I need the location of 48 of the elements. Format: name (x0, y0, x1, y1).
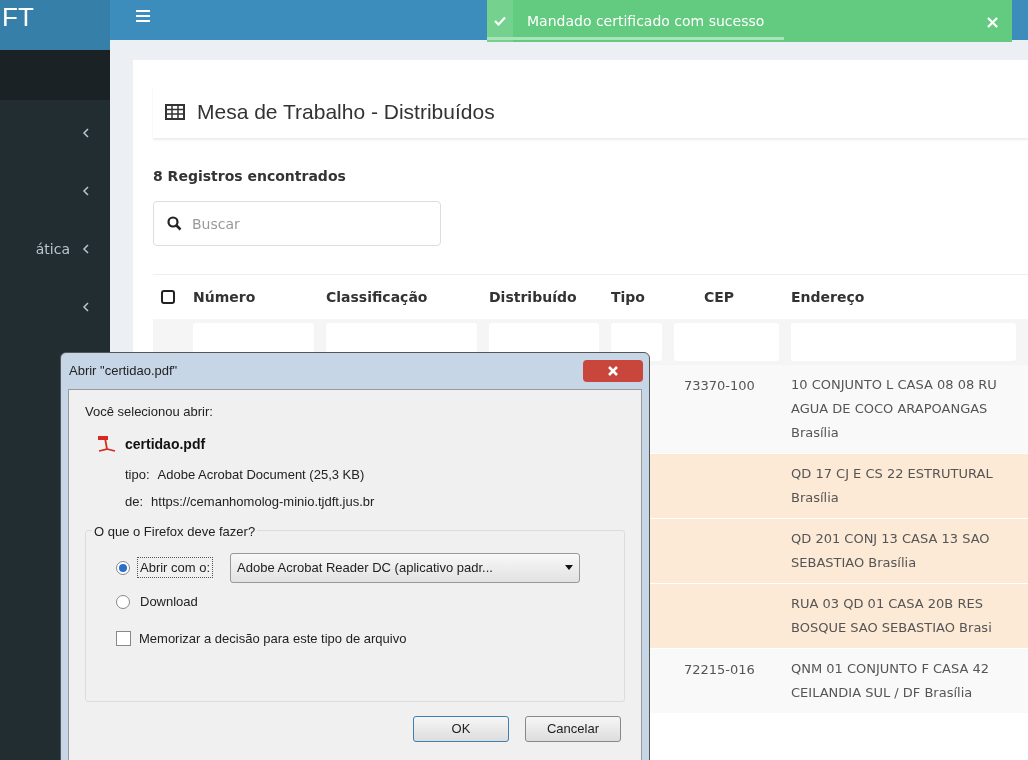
checkbox[interactable] (116, 631, 131, 646)
radio-label[interactable]: Download (138, 591, 200, 612)
table-cell: 72215-016 (684, 662, 755, 677)
column-header[interactable]: Classificação (326, 286, 428, 308)
table-cell: 73370-100 (684, 378, 755, 393)
menu-icon[interactable] (136, 10, 150, 22)
search-icon (167, 216, 182, 231)
close-button[interactable] (583, 360, 643, 382)
check-icon (494, 16, 506, 26)
dialog-title: Abrir "certidao.pdf" (69, 362, 178, 381)
column-header[interactable]: Número (193, 286, 256, 308)
chevron-left-icon (82, 186, 90, 196)
dropdown-arrow-icon (565, 565, 574, 570)
column-header[interactable]: Distribuído (489, 286, 577, 308)
chevron-left-icon (82, 302, 90, 312)
column-header[interactable]: Tipo (611, 286, 645, 308)
sidebar-item[interactable]: ática (0, 220, 110, 278)
search-field[interactable]: Buscar (153, 201, 441, 246)
radio-button[interactable] (116, 560, 130, 575)
source-label: de: (125, 493, 144, 511)
pdf-icon (97, 435, 117, 453)
type-value: Adobe Acrobat Document (25,3 KB) (157, 465, 365, 484)
column-header[interactable]: Endereço (791, 286, 865, 308)
table-cell-text: 10 CONJUNTO L CASA 08 08 RU AGUA DE COCO ARAPOANGAS Brasília (791, 376, 997, 442)
chevron-left-icon (82, 244, 90, 254)
table-cell-text: QD 201 CONJ 13 CASA 13 SAO SEBASTIAO Brasília (791, 530, 990, 572)
app-dropdown[interactable]: Adobe Acrobat Reader DC (aplicativo padr... (230, 552, 581, 583)
radio-label[interactable]: Abrir com o: (138, 557, 213, 578)
logo-text: FT (2, 1, 34, 34)
chevron-left-icon (82, 128, 90, 138)
file-name: certidao.pdf (125, 434, 206, 454)
table-cell-text: QD 17 CJ E CS 22 ESTRUTURAL Brasília (791, 465, 993, 507)
record-count: 8 Registros encontrados (153, 167, 346, 186)
table-cell-text: QNM 01 CONJUNTO F CASA 42 CEILANDIA SUL / DF Brasília (791, 660, 990, 702)
close-icon (607, 366, 619, 376)
checkbox-label[interactable]: Memorizar a decisão para este tipo de arquivo (139, 628, 407, 649)
column-header[interactable]: CEP (704, 286, 735, 308)
type-label: tipo: (125, 465, 150, 484)
source-value: https://cemanhomolog-minio.tjdft.jus.br (151, 493, 375, 511)
dialog-button[interactable]: Cancelar (525, 715, 621, 742)
page-title: Mesa de Trabalho - Distribuídos (197, 99, 495, 126)
dialog-intro: Você selecionou abrir: (85, 403, 213, 421)
dialog-button[interactable]: OK (413, 715, 509, 742)
table-icon (165, 104, 185, 120)
select-all-checkbox[interactable] (161, 290, 175, 304)
table-cell-text: RUA 03 QD 01 CASA 20B RES BOSQUE SAO SEBASTIAO Brasi (791, 595, 992, 637)
radio-button[interactable] (116, 594, 130, 609)
toast-message: Mandado certificado com sucesso (527, 11, 765, 31)
